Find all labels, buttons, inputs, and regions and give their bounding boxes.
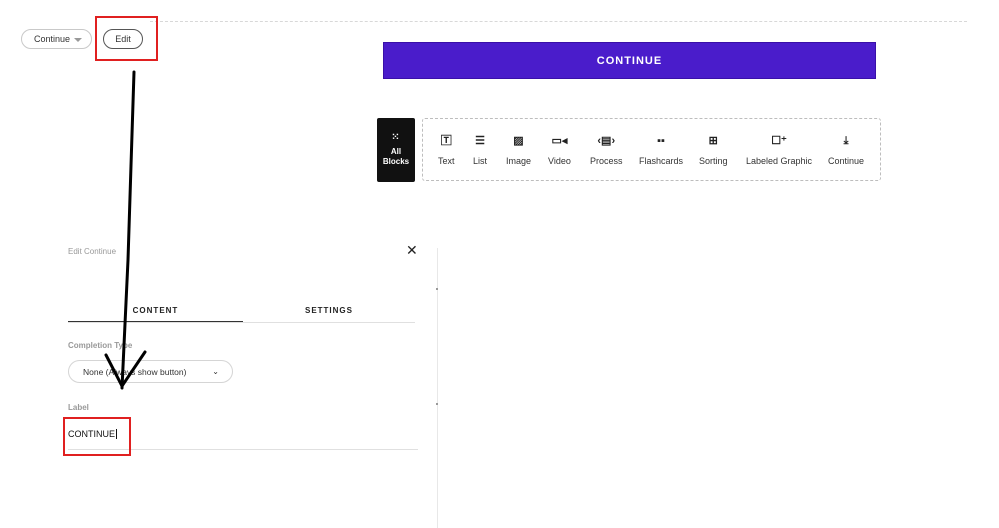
annotation-arrow [104,70,147,390]
